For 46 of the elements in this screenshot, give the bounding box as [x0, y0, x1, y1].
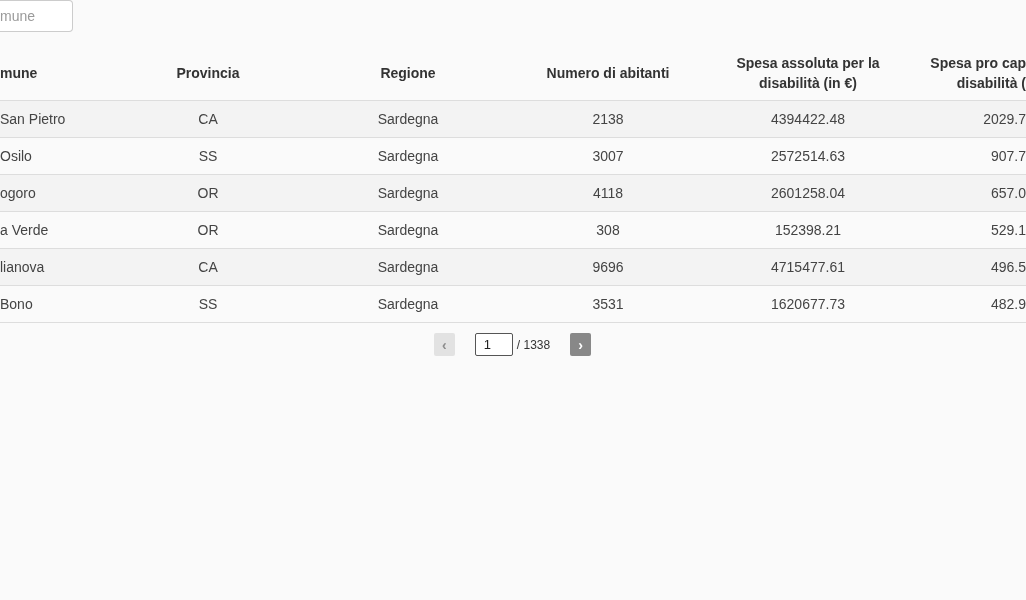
table-cell-text: Osilo	[0, 146, 33, 166]
table-cell-text: Sardegna	[376, 294, 440, 314]
table-cell-text: 4715477.61	[770, 257, 846, 277]
table-cell-text: OR	[196, 183, 220, 203]
table-cell-text: Bono	[0, 294, 34, 314]
table-cell-text: 907.7	[989, 146, 1026, 166]
table-cell-text: Sardegna	[376, 220, 440, 240]
table-cell-text: Sardegna	[376, 146, 440, 166]
table-cell-text: a Verde	[0, 220, 50, 240]
table-cell-text: 3007	[591, 146, 625, 166]
table-cell-text: 529.1	[989, 220, 1026, 240]
page-total-text: / 1338	[516, 336, 551, 354]
table-cell-text: 496.5	[989, 257, 1026, 277]
table-cell-text: 4118	[591, 183, 625, 203]
next-page-button[interactable]: ›	[570, 333, 592, 356]
table-cell-text: Sardegna	[376, 183, 440, 203]
table-cell-text: lianova	[0, 257, 46, 277]
table-cell-text: 2572514.63	[770, 146, 846, 166]
table-cell-text: 3531	[591, 294, 625, 314]
table-cell-text: 152398.21	[773, 220, 843, 240]
column-header: Spesa assoluta per la disabilità (in €)	[735, 53, 881, 93]
table-cell-text: 2029.7	[982, 109, 1026, 129]
table-cell-text: CA	[197, 109, 219, 129]
column-header: mune	[0, 63, 39, 83]
column-header: Numero di abitanti	[545, 63, 671, 83]
table-cell-text: 2138	[591, 109, 625, 129]
column-header: Spesa pro cap disabilità (	[929, 53, 1026, 93]
table-cell-text: ogoro	[0, 183, 37, 203]
search-field[interactable]: mune	[0, 0, 73, 32]
table-cell-text: 657.0	[989, 183, 1026, 203]
table-cell-text: Sardegna	[376, 109, 440, 129]
table-cell-text: SS	[197, 146, 219, 166]
table-cell-text: SS	[197, 294, 219, 314]
column-header: Regione	[379, 63, 437, 83]
table-cell-text: Sardegna	[376, 257, 440, 277]
column-header: Provincia	[175, 63, 241, 83]
table-cell-text: OR	[196, 220, 220, 240]
table-cell-text: 9696	[591, 257, 625, 277]
table-cell-text: 1620677.73	[770, 294, 846, 314]
table-cell-text: CA	[197, 257, 219, 277]
page-number-field[interactable]: 1	[474, 333, 513, 356]
table-cell-text: 2601258.04	[770, 183, 846, 203]
table-cell-text: 482.9	[989, 294, 1026, 314]
table-cell-text: San Pietro	[0, 109, 67, 129]
table-cell-text: 4394422.48	[770, 109, 846, 129]
table-cell-text: 308	[595, 220, 621, 240]
